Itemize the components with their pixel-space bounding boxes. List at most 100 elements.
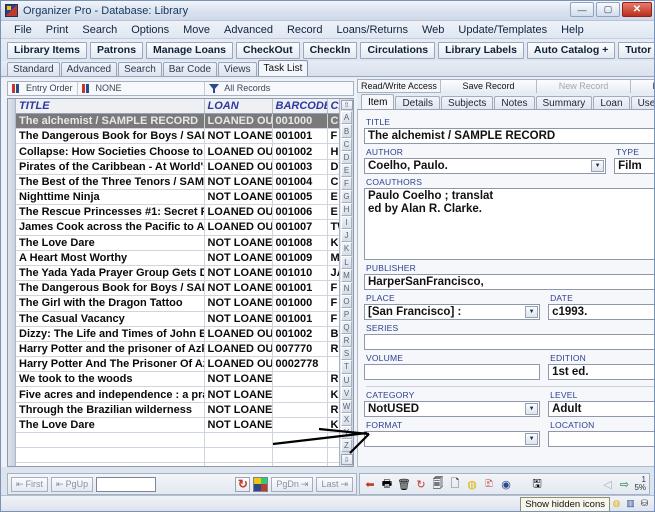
maximize-button[interactable]: ▢ — [596, 2, 620, 17]
toolbar-button-auto-catalog[interactable]: Auto Catalog + — [526, 41, 616, 59]
table-row[interactable]: The Casual VacancyNOT LOANED001001F ROW — [16, 311, 339, 327]
alpha-index-button[interactable]: U — [341, 373, 352, 387]
alpha-index-button[interactable]: O — [341, 294, 352, 308]
format-field[interactable]: ▼ — [364, 431, 541, 447]
alpha-index-button[interactable]: Z — [341, 439, 352, 453]
publisher-field[interactable]: HarperSanFrancisco, ▼ — [364, 274, 654, 290]
goto-record-input[interactable] — [96, 476, 157, 492]
alpha-index-button[interactable]: W — [341, 399, 352, 413]
menu-item-print[interactable]: Print — [39, 23, 76, 37]
toolbar-button-library-labels[interactable]: Library Labels — [438, 41, 524, 59]
back-arrow-icon[interactable]: ⬅ — [363, 477, 377, 491]
sub-tab-bar-code[interactable]: Bar Code — [162, 62, 218, 76]
menu-item-loans-returns[interactable]: Loans/Returns — [329, 23, 415, 37]
category-field[interactable]: NotUSED ▼ — [364, 401, 541, 417]
location-field[interactable]: ▼ — [548, 431, 654, 447]
table-row[interactable]: Nighttime NinjaNOT LOANED001005E DAC — [16, 189, 339, 206]
alpha-index-button[interactable]: K — [341, 242, 352, 256]
save-record-button[interactable]: Save Record — [439, 79, 537, 93]
table-row[interactable]: Five acres and independence : a practica… — [16, 386, 339, 403]
menu-item-move[interactable]: Move — [176, 23, 217, 37]
palette-icon[interactable] — [253, 476, 269, 492]
table-row[interactable]: A Heart Most WorthyNOT LOANED001009MIT — [16, 250, 339, 266]
type-field[interactable]: Film ▼ — [614, 158, 654, 174]
alpha-index-button[interactable]: E — [341, 163, 352, 177]
table-row[interactable]: Dizzy: The Life and Times of John Birks … — [16, 326, 339, 342]
save-as-icon[interactable]: 🖫 — [530, 477, 544, 491]
column-header-loan[interactable]: LOAN — [204, 98, 273, 115]
alpha-scroll-up-icon[interactable]: ⇧ — [340, 99, 353, 111]
toolbar-button-checkin[interactable]: CheckIn — [302, 41, 358, 59]
menu-item-web[interactable]: Web — [415, 23, 451, 37]
table-row[interactable]: Pirates of the Caribbean - At World's En… — [16, 159, 339, 175]
column-header-title[interactable]: TITLE — [16, 98, 205, 115]
table-row[interactable]: The Yada Yada Prayer Group Gets DownNOT … — [16, 265, 339, 282]
sub-tab-standard[interactable]: Standard — [7, 62, 60, 76]
column-header-call[interactable]: CALL — [327, 98, 339, 115]
table-row[interactable]: Harry Potter And The Prisoner Of AzkabaL… — [16, 356, 339, 373]
sub-tab-search[interactable]: Search — [118, 62, 162, 76]
export-icon[interactable]: ⇨ — [617, 477, 631, 491]
refresh-icon[interactable]: ↻ — [235, 476, 251, 492]
scope-selector[interactable]: All Records — [205, 82, 353, 95]
menu-item-record[interactable]: Record — [280, 23, 329, 37]
alpha-index-button[interactable]: H — [341, 203, 352, 217]
table-row[interactable]: The Dangerous Book for Boys / SAMPLENOT … — [16, 280, 339, 297]
coauthors-field[interactable]: Paulo Coelho ; translat ed by Alan R. Cl… — [364, 188, 654, 260]
toolbar-button-patrons[interactable]: Patrons — [89, 41, 144, 59]
table-row[interactable]: The Dangerous Book for Boys / SAMPLENOT … — [16, 128, 339, 145]
table-row[interactable]: James Cook across the Pacific to Austral… — [16, 219, 339, 236]
alpha-index-button[interactable]: L — [341, 255, 352, 269]
minimize-button[interactable]: — — [570, 2, 594, 17]
delete-icon[interactable]: 🗑 — [397, 477, 411, 491]
tray-book-icon[interactable]: ▥ — [625, 498, 636, 509]
blank-record-button[interactable]: Blank — [629, 79, 654, 93]
grid-vertical-scrollbar[interactable] — [8, 98, 16, 466]
table-row[interactable]: The Girl with the Dragon Tattoo NOT LOANE… — [16, 295, 339, 312]
table-row[interactable]: Collapse: How Societies Choose to Fail o… — [16, 143, 339, 160]
tab-item[interactable]: Item — [361, 94, 395, 109]
alpha-scroll-down-icon[interactable]: ⇩ — [340, 454, 353, 465]
alpha-index-button[interactable]: I — [341, 216, 352, 230]
menu-item-options[interactable]: Options — [124, 23, 176, 37]
column-header-barcode[interactable]: BARCODE — [272, 98, 328, 115]
attach-icon[interactable]: 🗈 — [482, 477, 496, 491]
alpha-index-button[interactable]: A — [341, 111, 352, 125]
table-row[interactable]: Through the Brazilian wilderness NOT LOAN… — [16, 402, 339, 418]
close-button[interactable]: ✕ — [622, 2, 652, 17]
table-row[interactable]: The Love DareNOT LOANED001008KEN — [16, 235, 339, 251]
alpha-index-button[interactable]: V — [341, 386, 352, 400]
place-field[interactable]: [San Francisco] : ▼ — [364, 304, 541, 320]
table-row[interactable]: The Best of the Three Tenors / SAMPLE RN… — [16, 174, 339, 191]
author-field[interactable]: Coelho, Paulo. ▼ — [364, 158, 607, 174]
menu-item-file[interactable]: File — [7, 23, 39, 37]
toolbar-button-library-items[interactable]: Library Items — [7, 41, 87, 59]
sub-tab-task-list[interactable]: Task List — [257, 60, 309, 76]
idea-icon[interactable]: ◍ — [465, 477, 479, 491]
toolbar-button-tutor-web[interactable]: Tutor (Web) — [618, 41, 654, 59]
alpha-index-button[interactable]: F — [341, 176, 352, 190]
tray-network-icon[interactable]: ⛁ — [639, 498, 650, 509]
alpha-index-button[interactable]: X — [341, 412, 352, 426]
first-record-button[interactable]: ⇤ First — [11, 476, 49, 492]
alpha-index-button[interactable]: C — [341, 137, 352, 151]
menu-item-advanced[interactable]: Advanced — [217, 23, 280, 37]
tab-user[interactable]: User — [630, 96, 654, 109]
print-icon[interactable]: 🖶 — [380, 477, 394, 491]
chevron-down-icon[interactable]: ▼ — [591, 160, 605, 172]
alpha-index-button[interactable]: B — [341, 124, 352, 138]
table-row[interactable]: Harry Potter and the prisoner of Azkaban… — [16, 341, 339, 358]
filter-selector[interactable]: NONE — [78, 82, 206, 95]
menu-item-search[interactable]: Search — [75, 23, 124, 37]
alpha-index-button[interactable]: Q — [341, 321, 352, 335]
copy-record-icon[interactable]: 🗐 — [431, 477, 445, 491]
toolbar-button-manage-loans[interactable]: Manage Loans — [146, 41, 233, 59]
page-up-button[interactable]: ⇤ PgUp — [51, 476, 94, 492]
sort-order-selector[interactable]: Entry Order — [8, 82, 78, 95]
table-row[interactable] — [16, 447, 339, 464]
page-down-button[interactable]: PgDn ⇥ — [271, 476, 314, 492]
table-row[interactable] — [16, 462, 339, 466]
sub-tab-views[interactable]: Views — [218, 62, 257, 76]
globe-icon[interactable]: ◉ — [499, 477, 513, 491]
alpha-index-button[interactable]: Y — [341, 425, 352, 440]
